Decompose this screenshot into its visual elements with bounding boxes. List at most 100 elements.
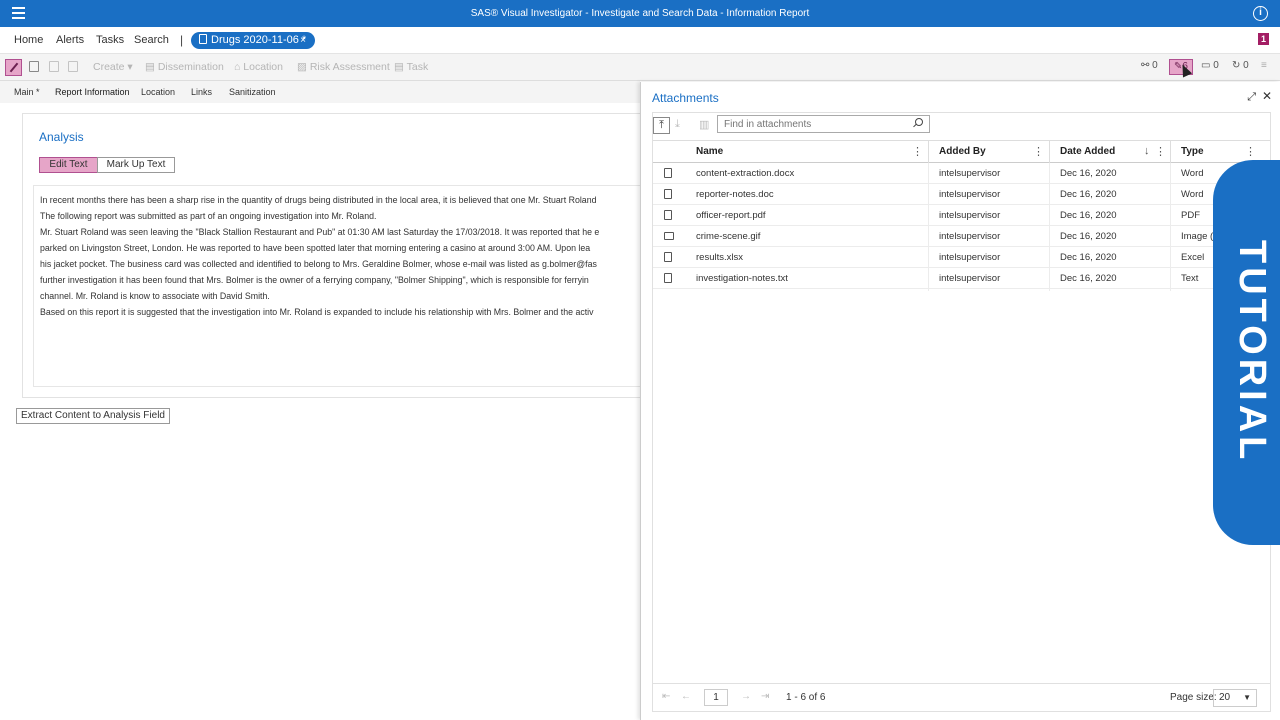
attachment-name[interactable]: crime-scene.gif [696, 231, 760, 242]
page-size-select[interactable]: 20 ▼ [1213, 689, 1257, 707]
page-range: 1 - 6 of 6 [786, 692, 826, 703]
history-count: 0 [1243, 60, 1249, 71]
close-icon[interactable]: ✕ [1262, 89, 1272, 103]
links-count: 0 [1152, 60, 1158, 71]
task-button[interactable]: ▤ Task [394, 59, 428, 76]
document-tab[interactable]: Drugs 2020-11-06 * × [191, 32, 315, 49]
analysis-title: Analysis [39, 130, 84, 144]
create-menu-button[interactable]: Create ▾ [93, 59, 133, 76]
table-row[interactable]: results.xlsx intelsupervisor Dec 16, 202… [653, 247, 1270, 268]
dissemination-label: Dissemination [157, 61, 224, 73]
attachment-type: PDF [1181, 210, 1200, 221]
column-menu-icon[interactable]: ⋮ [1245, 145, 1256, 158]
tab-sanitization[interactable]: Sanitization [229, 87, 276, 97]
chevron-down-icon: ▼ [1243, 693, 1251, 702]
excel-file-icon [664, 252, 672, 262]
task-label: Task [406, 61, 429, 73]
upload-icon[interactable]: ⤒ [653, 117, 670, 134]
comments-count: 0 [1213, 60, 1219, 71]
previous-page-icon[interactable]: ← [681, 691, 691, 702]
column-type[interactable]: Type [1181, 146, 1204, 157]
tab-report-information[interactable]: Report Information [55, 87, 130, 97]
search-icon[interactable] [915, 118, 923, 126]
table-row[interactable]: crime-scene.gif intelsupervisor Dec 16, … [653, 226, 1270, 247]
page-number-input[interactable]: 1 [704, 689, 728, 706]
column-menu-icon[interactable]: ⋮ [1033, 145, 1044, 158]
sort-desc-icon[interactable]: ↓ [1144, 145, 1150, 157]
attachment-type: Image ( [1181, 231, 1214, 242]
nav-separator: | [180, 33, 184, 47]
table-row[interactable]: officer-report.pdf intelsupervisor Dec 1… [653, 205, 1270, 226]
attachment-added-by: intelsupervisor [939, 252, 1001, 263]
column-name[interactable]: Name [696, 146, 723, 157]
tab-main[interactable]: Main * [14, 87, 40, 97]
attachments-title: Attachments [652, 91, 719, 105]
expand-icon[interactable]: ⤢ [1247, 91, 1256, 104]
attachments-grid-container: ⤒ ⤓ ▥ Name ⋮ Added By ⋮ Date Added ↓ ⋮ T… [652, 112, 1271, 712]
next-page-icon[interactable]: → [741, 691, 751, 702]
nav-bar: Home Alerts Tasks Search | Drugs 2020-11… [0, 27, 1280, 54]
trash-icon[interactable]: ▥ [699, 118, 709, 131]
tutorial-banner: TUTORIAL [1213, 160, 1280, 545]
edit-text-button[interactable]: Edit Text [39, 157, 98, 173]
download-icon[interactable]: ⤓ [675, 118, 680, 131]
tab-links[interactable]: Links [191, 87, 212, 97]
page-size-value: 20 [1219, 692, 1231, 703]
analysis-line: Mr. Stuart Roland was seen leaving the "… [40, 227, 600, 237]
nav-home[interactable]: Home [14, 34, 43, 46]
notification-badge[interactable]: 1 [1258, 33, 1269, 45]
nav-search[interactable]: Search [134, 34, 169, 46]
pager: ⇤ ← 1 → ⇥ 1 - 6 of 6 Page size: 20 ▼ [653, 683, 1270, 711]
tab-location[interactable]: Location [141, 87, 175, 97]
column-menu-icon[interactable]: ⋮ [1155, 145, 1166, 158]
column-added-by[interactable]: Added By [939, 146, 986, 157]
page-tabs: Main * Report Information Location Links… [0, 81, 640, 103]
info-icon[interactable]: i [1253, 6, 1268, 21]
attachment-name[interactable]: officer-report.pdf [696, 210, 766, 221]
nav-tasks[interactable]: Tasks [96, 34, 124, 46]
attachment-name[interactable]: reporter-notes.doc [696, 189, 774, 200]
history-count-button[interactable]: ↻ 0 [1232, 60, 1249, 71]
mark-up-text-button[interactable]: Mark Up Text [97, 157, 175, 173]
page-size-label: Page size: [1170, 692, 1217, 703]
links-count-button[interactable]: ⚯ 0 [1141, 60, 1158, 71]
attachments-search-input[interactable] [717, 115, 930, 133]
last-page-icon[interactable]: ⇥ [761, 691, 769, 702]
word-file-icon [664, 168, 672, 178]
column-menu-icon[interactable]: ⋮ [912, 145, 923, 158]
attachment-added-by: intelsupervisor [939, 210, 1001, 221]
table-row[interactable]: content-extraction.docx intelsupervisor … [653, 163, 1270, 184]
attachment-type: Word [1181, 168, 1204, 179]
delete-icon[interactable] [49, 61, 59, 72]
table-row[interactable]: investigation-notes.txt intelsupervisor … [653, 268, 1270, 289]
attachment-added-by: intelsupervisor [939, 189, 1001, 200]
table-row[interactable]: reporter-notes.doc intelsupervisor Dec 1… [653, 184, 1270, 205]
location-button[interactable]: ⌂ Location [234, 59, 283, 76]
attachment-name[interactable]: investigation-notes.txt [696, 273, 788, 284]
dissemination-button[interactable]: ▤ Dissemination [145, 59, 224, 76]
column-divider [1170, 141, 1171, 164]
copy-icon[interactable] [68, 61, 78, 72]
document-icon [199, 34, 207, 44]
risk-assessment-button[interactable]: ▨ Risk Assessment [297, 59, 390, 76]
attachment-name[interactable]: content-extraction.docx [696, 168, 794, 179]
title-bar: SAS® Visual Investigator - Investigate a… [0, 0, 1280, 27]
attachment-added-by: intelsupervisor [939, 273, 1001, 284]
image-file-icon [664, 232, 674, 240]
first-page-icon[interactable]: ⇤ [662, 691, 670, 702]
analysis-line: further investigation it has been found … [40, 275, 589, 285]
nav-alerts[interactable]: Alerts [56, 34, 84, 46]
list-icon[interactable]: ≡ [1261, 60, 1267, 71]
attachment-added-by: intelsupervisor [939, 168, 1001, 179]
attachment-date: Dec 16, 2020 [1060, 273, 1117, 284]
attachment-name[interactable]: results.xlsx [696, 252, 743, 263]
column-date-added[interactable]: Date Added [1060, 146, 1115, 157]
save-icon[interactable] [29, 61, 39, 72]
attachments-toolbar: ⤒ ⤓ ▥ [653, 113, 1270, 140]
word-file-icon [664, 189, 672, 199]
close-tab-icon[interactable]: × [300, 32, 306, 49]
comments-count-button[interactable]: ▭ 0 [1201, 60, 1219, 71]
edit-pencil-icon[interactable] [5, 59, 22, 76]
analysis-text-area[interactable]: In recent months there has been a sharp … [33, 185, 673, 387]
extract-content-button[interactable]: Extract Content to Analysis Field [16, 408, 170, 424]
